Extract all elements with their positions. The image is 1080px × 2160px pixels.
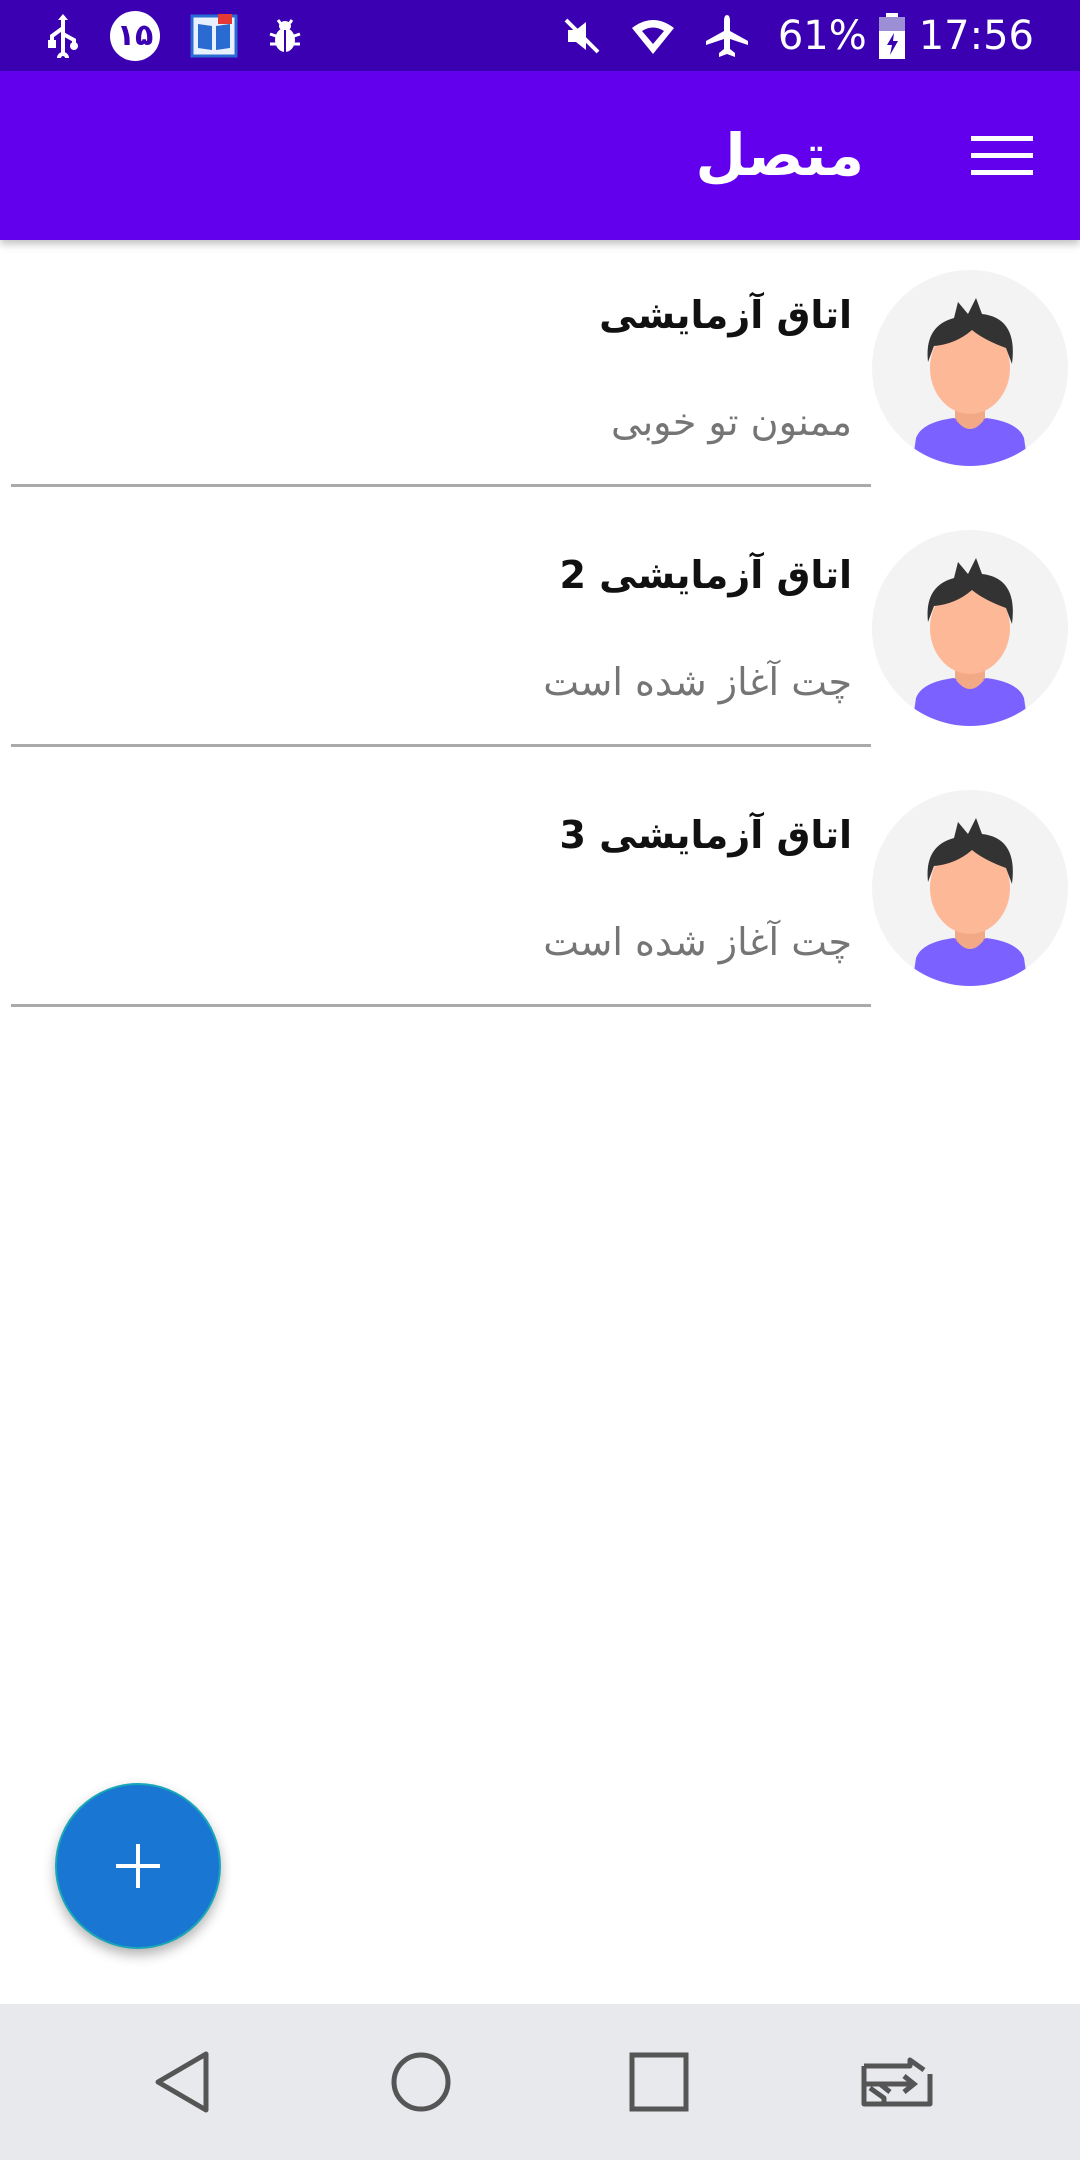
status-bar: ۱۵ 61% 17:56 — [0, 0, 1080, 71]
list-item[interactable]: اتاق آزمایشی 3 چت آغاز شده است — [0, 760, 1080, 1020]
system-nav-bar — [0, 2004, 1080, 2160]
back-icon — [155, 2051, 209, 2113]
menu-button[interactable] — [964, 118, 1040, 194]
dictionary-app-icon — [190, 12, 238, 60]
nav-switch-app-button[interactable] — [857, 2042, 937, 2122]
list-item[interactable]: اتاق آزمایشی ممنون تو خوبی — [0, 240, 1080, 500]
chat-last-message: چت آغاز شده است — [543, 660, 852, 704]
notification-count-badge: ۱۵ — [110, 10, 160, 61]
chat-list: اتاق آزمایشی ممنون تو خوبی اتاق آزمایشی … — [0, 240, 1080, 1020]
switch-app-icon — [861, 2057, 933, 2107]
recents-icon — [629, 2052, 689, 2112]
user-avatar-icon — [912, 558, 1028, 726]
user-avatar-icon — [912, 298, 1028, 466]
avatar — [872, 530, 1068, 726]
avatar — [872, 270, 1068, 466]
usb-icon — [46, 13, 80, 58]
plus-icon — [116, 1844, 160, 1888]
chat-title: اتاق آزمایشی 3 — [559, 813, 852, 857]
wifi-icon — [630, 16, 676, 56]
nav-home-button[interactable] — [381, 2042, 461, 2122]
battery-charging-icon — [877, 12, 907, 59]
add-chat-button[interactable] — [55, 1783, 221, 1949]
hamburger-menu-icon — [971, 136, 1033, 175]
airplane-icon — [704, 13, 750, 59]
chat-title: اتاق آزمایشی — [599, 293, 852, 337]
chat-title: اتاق آزمایشی 2 — [559, 553, 852, 597]
divider — [11, 1004, 871, 1007]
chat-last-message: ممنون تو خوبی — [610, 400, 852, 444]
home-icon — [391, 2052, 451, 2112]
app-bar: متصل — [0, 71, 1080, 240]
bug-icon — [268, 18, 302, 54]
chat-last-message: چت آغاز شده است — [543, 920, 852, 964]
list-item[interactable]: اتاق آزمایشی 2 چت آغاز شده است — [0, 500, 1080, 760]
nav-recents-button[interactable] — [619, 2042, 699, 2122]
nav-back-button[interactable] — [142, 2042, 222, 2122]
clock: 17:56 — [918, 12, 1034, 59]
user-avatar-icon — [912, 818, 1028, 986]
avatar — [872, 790, 1068, 986]
page-title: متصل — [695, 121, 864, 189]
battery-percent: 61% — [777, 12, 867, 59]
mute-icon — [562, 16, 602, 56]
divider — [11, 484, 871, 487]
divider — [11, 744, 871, 747]
